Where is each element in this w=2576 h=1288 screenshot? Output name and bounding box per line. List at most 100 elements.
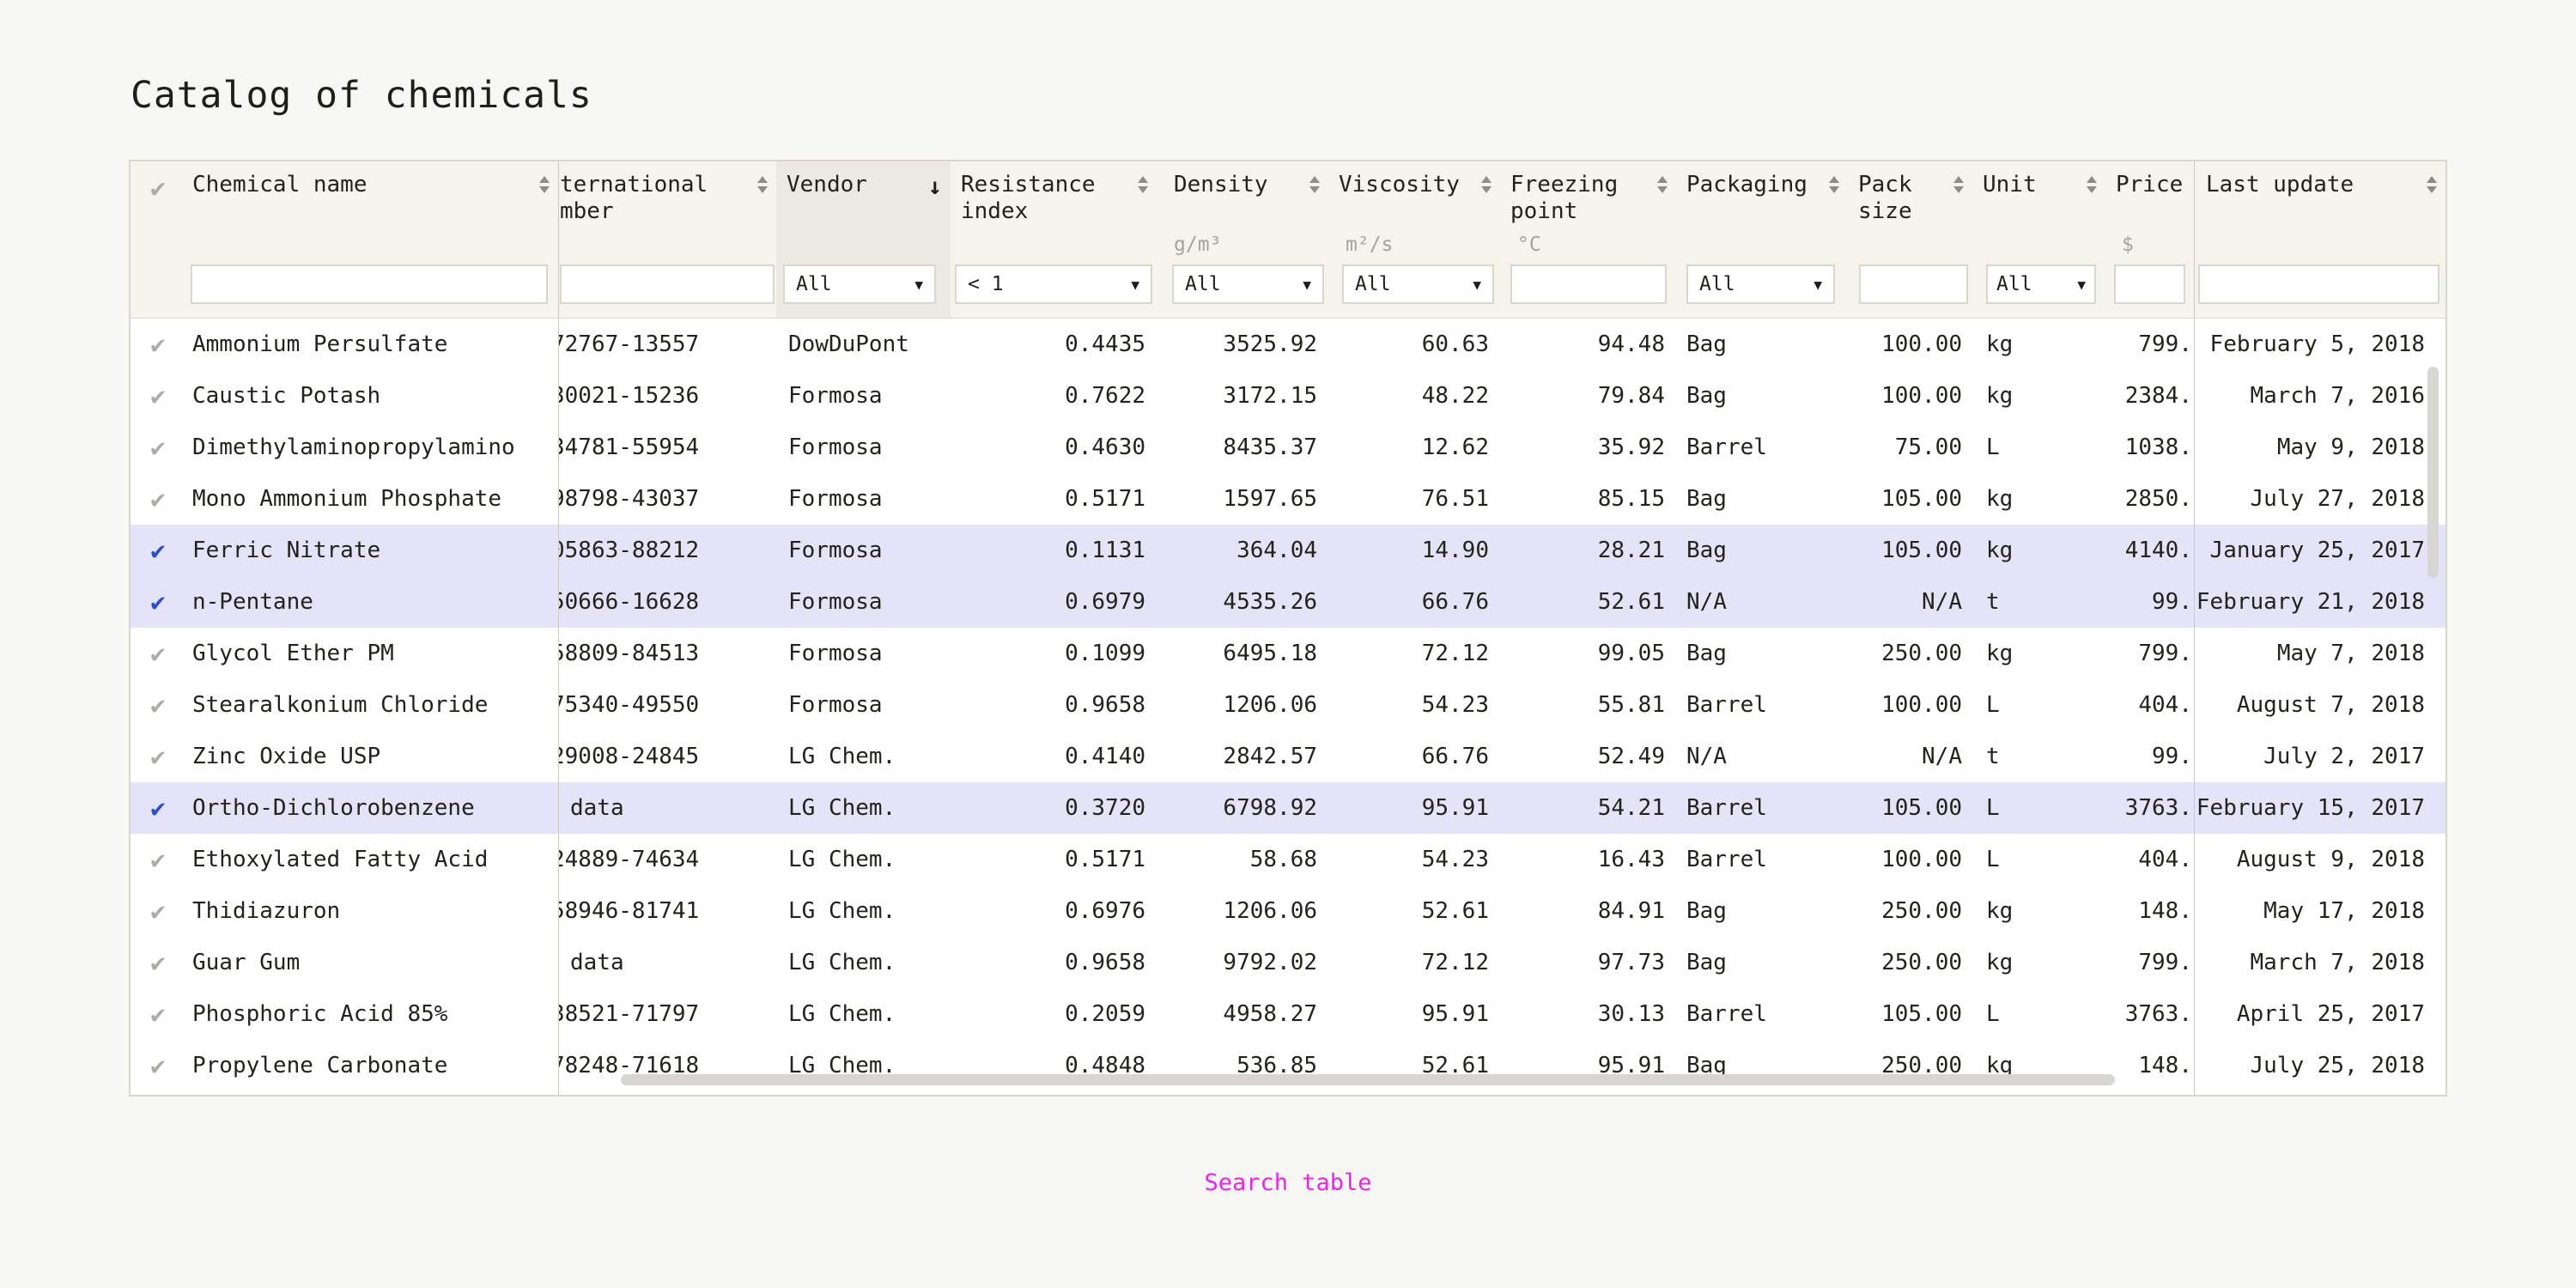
table-row[interactable]: ✔ Mono Ammonium Phosphate 98798-43037 Fo… <box>131 473 2445 525</box>
table-row[interactable]: ✔ Ferric Nitrate 05863-88212 Formosa 0.1… <box>131 525 2445 576</box>
search-table-link[interactable]: Search table <box>0 1170 2576 1196</box>
table-row[interactable]: ✔ Phosphoric Acid 85% 38521-71797 LG Che… <box>131 988 2445 1040</box>
cell-last-update: May 9, 2018 <box>2194 422 2445 473</box>
column-header-pack-size[interactable]: Pack size <box>1848 161 1972 225</box>
select-all-check-icon[interactable]: ✔ <box>150 175 166 202</box>
filter-input-freezing-point[interactable] <box>1510 264 1667 304</box>
cell-packaging: Bag <box>1676 370 1848 422</box>
cell-last-update: July 27, 2018 <box>2194 473 2445 525</box>
row-check-icon[interactable]: ✔ <box>131 731 185 782</box>
cell-freezing-point: 16.43 <box>1500 834 1676 885</box>
row-check-icon[interactable]: ✔ <box>131 628 185 679</box>
sort-both-icon[interactable] <box>1138 176 1148 193</box>
select-all-header[interactable]: ✔ <box>131 161 185 225</box>
table-row[interactable]: ✔ Caustic Potash 30021-15236 Formosa 0.7… <box>131 370 2445 422</box>
cell-freezing-point: 99.05 <box>1500 628 1676 679</box>
cell-unit: kg <box>1972 628 2105 679</box>
cell-unit: kg <box>1972 370 2105 422</box>
filter-select-viscosity[interactable]: All▼ <box>1342 264 1494 304</box>
sort-desc-icon[interactable]: ↓ <box>928 173 942 200</box>
filter-select-density[interactable]: All▼ <box>1172 264 1324 304</box>
column-header-international-number[interactable]: ternational mber <box>558 161 776 225</box>
table-row[interactable]: ✔ Thidiazuron 58946-81741 LG Chem. 0.697… <box>131 885 2445 937</box>
cell-resistance-index: 0.2059 <box>951 988 1157 1040</box>
cell-last-update: July 25, 2018 <box>2194 1040 2445 1091</box>
cell-viscosity: 48.22 <box>1328 370 1500 422</box>
sort-both-icon[interactable] <box>1481 176 1492 193</box>
row-check-icon[interactable]: ✔ <box>131 473 185 525</box>
cell-density: 3172.15 <box>1157 370 1328 422</box>
table-row[interactable]: ✔ Stearalkonium Chloride 75340-49550 For… <box>131 679 2445 731</box>
table-row[interactable]: ✔ Ortho-Dichlorobenzene data LG Chem. 0.… <box>131 782 2445 834</box>
column-header-density[interactable]: Density <box>1157 161 1328 225</box>
cell-packaging: Barrel <box>1676 988 1848 1040</box>
row-check-icon[interactable]: ✔ <box>131 422 185 473</box>
cell-freezing-point: 35.92 <box>1500 422 1676 473</box>
sort-both-icon[interactable] <box>539 176 550 193</box>
cell-viscosity: 52.61 <box>1328 885 1500 937</box>
sort-both-icon[interactable] <box>1657 176 1668 193</box>
sort-both-icon[interactable] <box>1829 176 1839 193</box>
filter-select-vendor[interactable]: All▼ <box>783 264 936 304</box>
row-check-icon[interactable]: ✔ <box>131 834 185 885</box>
column-header-vendor[interactable]: Vendor ↓ <box>776 161 951 225</box>
row-check-icon[interactable]: ✔ <box>131 525 185 576</box>
cell-pack-size: 100.00 <box>1848 834 1972 885</box>
cell-price: 99. <box>2105 731 2194 782</box>
table-row[interactable]: ✔ Ammonium Persulfate 72767-13557 DowDuP… <box>131 319 2445 370</box>
pinned-right-divider <box>2194 161 2195 1095</box>
sort-both-icon[interactable] <box>2427 176 2437 193</box>
column-header-price[interactable]: Price <box>2105 161 2194 225</box>
cell-viscosity: 76.51 <box>1328 473 1500 525</box>
row-check-icon[interactable]: ✔ <box>131 370 185 422</box>
filter-input-pack-size[interactable] <box>1859 264 1968 304</box>
filter-input-chemical-name[interactable] <box>191 264 548 304</box>
row-check-icon[interactable]: ✔ <box>131 319 185 370</box>
horizontal-scrollbar-thumb[interactable] <box>621 1074 2115 1085</box>
cell-chemical-name: Ortho-Dichlorobenzene <box>185 782 558 834</box>
pinned-left-divider <box>558 161 559 1095</box>
cell-chemical-name: Ethoxylated Fatty Acid <box>185 834 558 885</box>
table-row[interactable]: ✔ Guar Gum data LG Chem. 0.9658 9792.02 … <box>131 937 2445 988</box>
cell-packaging: Barrel <box>1676 679 1848 731</box>
cell-unit: kg <box>1972 525 2105 576</box>
row-check-icon[interactable]: ✔ <box>131 679 185 731</box>
table-row[interactable]: ✔ n-Pentane 50666-16628 Formosa 0.6979 4… <box>131 576 2445 628</box>
column-header-freezing-point[interactable]: Freezing point <box>1500 161 1676 225</box>
table-row[interactable]: ✔ Zinc Oxide USP 29008-24845 LG Chem. 0.… <box>131 731 2445 782</box>
filter-input-international-number[interactable] <box>560 264 775 304</box>
column-header-viscosity[interactable]: Viscosity <box>1328 161 1500 225</box>
row-check-icon[interactable]: ✔ <box>131 988 185 1040</box>
sort-both-icon[interactable] <box>1309 176 1320 193</box>
column-header-packaging[interactable]: Packaging <box>1676 161 1848 225</box>
sort-both-icon[interactable] <box>757 176 768 193</box>
table-row[interactable]: ✔ Dimethylaminopropylamino 34781-55954 F… <box>131 422 2445 473</box>
row-check-icon[interactable]: ✔ <box>131 885 185 937</box>
cell-viscosity: 72.12 <box>1328 937 1500 988</box>
column-header-resistance-index[interactable]: Resistance index <box>951 161 1157 225</box>
cell-international-number: 75340-49550 <box>558 679 776 731</box>
filter-input-last-update[interactable] <box>2198 264 2439 304</box>
freezing-unit-label: °C <box>1517 234 1541 256</box>
table-row[interactable]: ✔ Glycol Ether PM 58809-84513 Formosa 0.… <box>131 628 2445 679</box>
filter-select-resistance-index[interactable]: < 1▼ <box>955 264 1152 304</box>
cell-pack-size: 100.00 <box>1848 370 1972 422</box>
sort-both-icon[interactable] <box>1953 176 1964 193</box>
column-header-chemical-name[interactable]: Chemical name <box>185 161 558 225</box>
cell-density: 58.68 <box>1157 834 1328 885</box>
sort-both-icon[interactable] <box>2087 176 2097 193</box>
filter-input-price[interactable] <box>2114 264 2185 304</box>
cell-density: 2842.57 <box>1157 731 1328 782</box>
cell-viscosity: 72.12 <box>1328 628 1500 679</box>
row-check-icon[interactable]: ✔ <box>131 1040 185 1091</box>
cell-chemical-name: n-Pentane <box>185 576 558 628</box>
row-check-icon[interactable]: ✔ <box>131 576 185 628</box>
row-check-icon[interactable]: ✔ <box>131 937 185 988</box>
table-row[interactable]: ✔ Ethoxylated Fatty Acid 24889-74634 LG … <box>131 834 2445 885</box>
column-header-last-update[interactable]: Last update <box>2194 161 2445 225</box>
filter-select-packaging[interactable]: All▼ <box>1686 264 1835 304</box>
filter-select-unit[interactable]: All▼ <box>1986 264 2096 304</box>
vertical-scrollbar-thumb[interactable] <box>2427 367 2439 578</box>
column-header-unit[interactable]: Unit <box>1972 161 2105 225</box>
row-check-icon[interactable]: ✔ <box>131 782 185 834</box>
